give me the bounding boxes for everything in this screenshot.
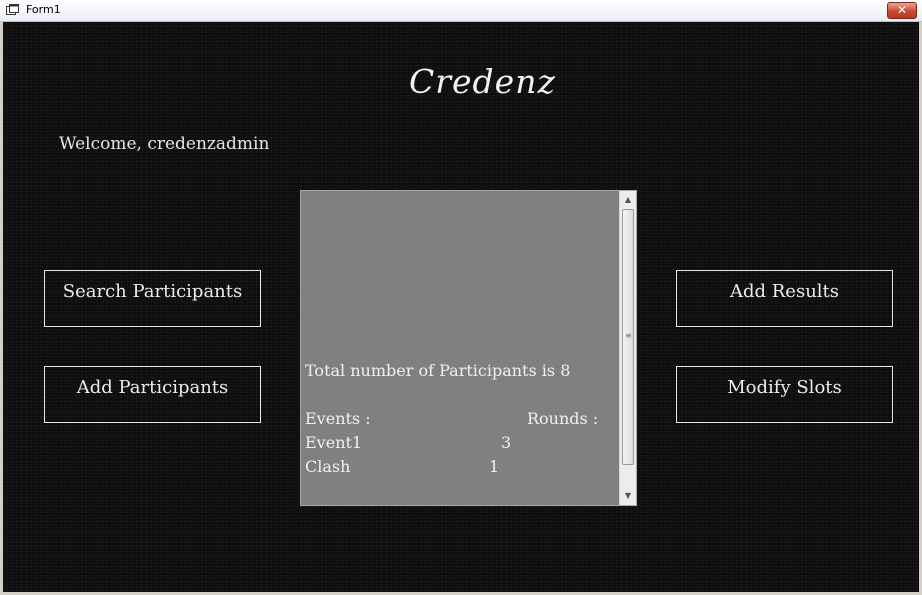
rounds-header: Rounds : (527, 409, 599, 428)
event-rounds: 3 (501, 433, 512, 452)
participants-summary-listbox[interactable]: Total number of Participants is 8 Events… (300, 190, 637, 506)
events-header: Events : (305, 409, 371, 428)
event-name: Event1 (305, 433, 363, 452)
event-rounds: 1 (489, 457, 500, 476)
modify-slots-button[interactable]: Modify Slots (676, 366, 893, 423)
event-name: Clash (305, 457, 351, 476)
total-participants-text: Total number of Participants is 8 (305, 361, 571, 380)
title-bar: Form1 ✕ (0, 0, 922, 22)
add-results-button[interactable]: Add Results (676, 270, 893, 327)
welcome-label: Welcome, credenzadmin (59, 134, 270, 154)
app-title: Credenz (409, 62, 556, 101)
app-window-icon (6, 4, 19, 15)
search-participants-button[interactable]: Search Participants (44, 270, 261, 327)
form-client-area: Credenz Welcome, credenzadmin Search Par… (3, 22, 919, 592)
scroll-thumb[interactable]: ≡ (622, 209, 634, 465)
scroll-up-arrow-icon[interactable]: ▲ (620, 191, 636, 208)
close-button[interactable]: ✕ (887, 2, 917, 19)
listbox-scrollbar[interactable]: ▲ ≡ ▼ (619, 191, 636, 505)
add-participants-button[interactable]: Add Participants (44, 366, 261, 423)
scroll-grip-icon: ≡ (625, 331, 632, 340)
window-title: Form1 (26, 3, 61, 16)
scroll-down-arrow-icon[interactable]: ▼ (620, 487, 636, 504)
